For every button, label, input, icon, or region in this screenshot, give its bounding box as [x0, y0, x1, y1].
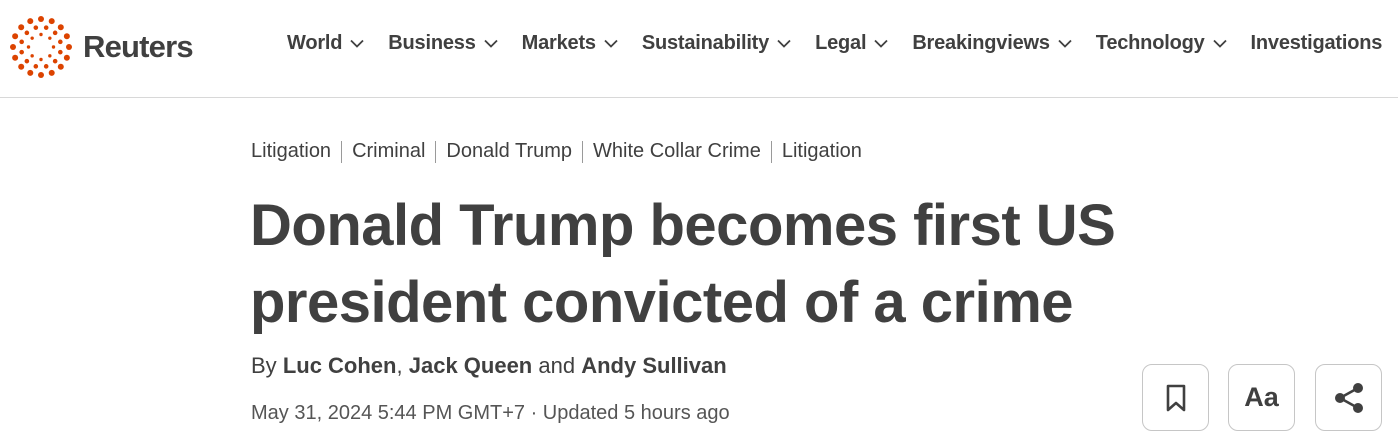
updated-time: · Updated 5 hours ago: [530, 402, 730, 424]
share-button[interactable]: [1315, 364, 1382, 431]
byline-separator: and: [538, 353, 576, 378]
nav-item-label: Investigations: [1250, 32, 1383, 54]
author-link[interactable]: Andy Sullivan: [581, 353, 726, 378]
breadcrumb-divider: [435, 140, 437, 163]
bookmark-icon: [1166, 384, 1185, 411]
breadcrumb-divider: [770, 140, 772, 163]
bookmark-button[interactable]: [1142, 364, 1209, 431]
breadcrumb-link[interactable]: Litigation: [251, 140, 331, 163]
reuters-logo-icon: [10, 16, 72, 78]
nav-item-legal[interactable]: Legal: [815, 32, 888, 55]
publish-date: May 31, 2024 5:44 PM GMT+7: [251, 402, 526, 424]
breadcrumb-link[interactable]: Criminal: [352, 140, 425, 163]
nav-item-label: Business: [388, 32, 476, 54]
chevron-down-icon: [874, 39, 888, 48]
chevron-down-icon: [777, 39, 791, 48]
breadcrumb-link[interactable]: White Collar Crime: [593, 140, 761, 163]
nav-item-breakingviews[interactable]: Breakingviews: [912, 32, 1072, 55]
nav-item-label: Technology: [1095, 32, 1205, 54]
share-icon: [1334, 382, 1363, 413]
nav-item-label: Sustainability: [641, 32, 770, 54]
nav-item-world[interactable]: World: [287, 32, 364, 55]
brand-name: Reuters: [83, 29, 194, 64]
chevron-down-icon: [483, 39, 498, 48]
byline-prefix: By: [251, 353, 277, 378]
dateline: May 31, 2024 5:44 PM GMT+7 · Updated 5 h…: [251, 402, 730, 425]
breadcrumb-link[interactable]: Litigation: [782, 140, 862, 163]
nav-item-business[interactable]: Business: [388, 32, 498, 55]
main-nav: World Business Markets Sustainability Le…: [287, 32, 1398, 55]
author-link[interactable]: Luc Cohen: [283, 353, 397, 378]
nav-item-sustainability[interactable]: Sustainability: [642, 32, 791, 55]
breadcrumb: Litigation Criminal Donald Trump White C…: [251, 140, 862, 163]
font-size-button[interactable]: Aa: [1228, 364, 1295, 431]
breadcrumb-link[interactable]: Donald Trump: [446, 140, 572, 163]
nav-item-label: Legal: [815, 32, 867, 54]
nav-item-markets[interactable]: Markets: [522, 32, 618, 55]
chevron-down-icon: [1058, 39, 1072, 48]
reuters-logo[interactable]: Reuters: [8, 14, 194, 80]
font-size-label: Aa: [1244, 382, 1279, 412]
nav-item-label: World: [287, 32, 343, 54]
author-link[interactable]: Jack Queen: [409, 353, 533, 378]
chevron-down-icon: [604, 39, 618, 48]
nav-item-technology[interactable]: Technology: [1096, 32, 1227, 55]
breadcrumb-divider: [582, 140, 584, 163]
nav-item-investigations[interactable]: Investigations: [1251, 32, 1383, 55]
breadcrumb-divider: [341, 140, 343, 163]
chevron-down-icon: [1212, 39, 1227, 48]
chevron-down-icon: [350, 39, 364, 48]
nav-item-label: Breakingviews: [912, 32, 1050, 54]
byline: By Luc Cohen, Jack Queen and Andy Sulliv…: [251, 353, 727, 379]
byline-separator: ,: [396, 353, 403, 378]
nav-item-label: Markets: [521, 32, 596, 54]
article-headline: Donald Trump becomes first US president …: [250, 193, 1116, 335]
site-header: Reuters World Business Markets Sustainab…: [0, 0, 1398, 98]
